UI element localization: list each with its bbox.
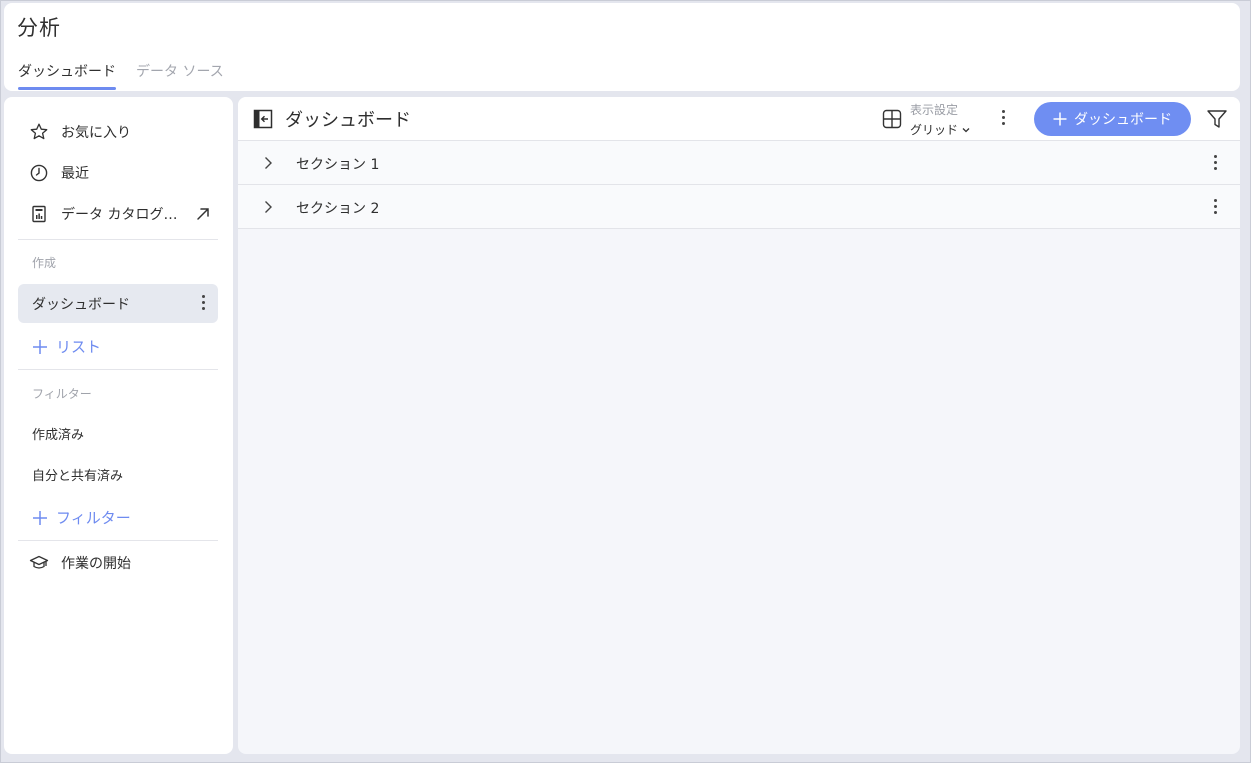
sidebar-item-data-catalog[interactable]: データ カタログ… bbox=[18, 196, 218, 232]
divider bbox=[18, 239, 218, 240]
chevron-down-icon bbox=[962, 127, 970, 132]
collapse-sidebar-icon[interactable] bbox=[253, 109, 273, 129]
add-list-label: リスト bbox=[56, 338, 102, 356]
view-settings-dropdown[interactable]: グリッド bbox=[910, 121, 971, 138]
sidebar-item-favorites[interactable]: お気に入り bbox=[18, 114, 218, 150]
add-filter-label: フィルター bbox=[56, 509, 131, 527]
sidebar-item-dashboards[interactable]: ダッシュボード bbox=[18, 284, 218, 323]
divider bbox=[18, 369, 218, 370]
add-list-button[interactable]: リスト bbox=[32, 336, 101, 357]
page-title: ダッシュボード bbox=[285, 110, 411, 131]
plus-icon bbox=[33, 510, 47, 525]
more-options-icon[interactable] bbox=[1212, 199, 1218, 214]
section-row[interactable]: セクション 2 bbox=[238, 185, 1240, 229]
main-panel: ダッシュボード 表示設定 グリッド ダッシュボード セクション 1 セクション … bbox=[238, 97, 1240, 754]
more-options-icon[interactable] bbox=[1212, 155, 1218, 170]
sidebar-item-label: 作業の開始 bbox=[61, 556, 131, 572]
sidebar-item-recent[interactable]: 最近 bbox=[18, 155, 218, 191]
more-options-icon[interactable] bbox=[1000, 110, 1006, 125]
create-section-label: 作成 bbox=[32, 256, 57, 270]
add-filter-button[interactable]: フィルター bbox=[32, 507, 131, 528]
divider bbox=[18, 540, 218, 541]
sidebar-item-label: お気に入り bbox=[61, 125, 131, 141]
sidebar-item-label: ダッシュボード bbox=[32, 296, 130, 313]
sidebar-item-label: 最近 bbox=[61, 166, 89, 182]
filter-created[interactable]: 作成済み bbox=[32, 424, 84, 443]
section-title: セクション 2 bbox=[296, 201, 380, 217]
chevron-right-icon[interactable] bbox=[260, 155, 276, 175]
tab-data-sources[interactable]: データ ソース bbox=[136, 61, 224, 91]
graduation-cap-icon bbox=[29, 553, 49, 573]
filter-section-label: フィルター bbox=[32, 387, 92, 401]
plus-icon bbox=[33, 339, 47, 354]
main-toolbar: ダッシュボード 表示設定 グリッド ダッシュボード bbox=[238, 97, 1240, 141]
plus-icon bbox=[1053, 112, 1067, 126]
app-header: 分析 ダッシュボード データ ソース bbox=[4, 3, 1240, 91]
add-dashboard-label: ダッシュボード bbox=[1074, 112, 1172, 128]
add-dashboard-button[interactable]: ダッシュボード bbox=[1034, 102, 1191, 136]
tab-bar: ダッシュボード データ ソース bbox=[18, 61, 224, 91]
view-settings-value: グリッド bbox=[910, 123, 959, 137]
sidebar: お気に入り 最近 データ カタログ… 作成 ダッシュボード リスト フィルター … bbox=[4, 97, 233, 754]
app-title: 分析 bbox=[17, 16, 61, 40]
more-options-icon[interactable] bbox=[200, 295, 206, 310]
filter-icon[interactable] bbox=[1206, 108, 1228, 130]
sidebar-item-getting-started[interactable]: 作業の開始 bbox=[18, 545, 218, 581]
external-link-icon bbox=[194, 205, 212, 223]
chevron-right-icon[interactable] bbox=[260, 199, 276, 219]
tab-dashboards[interactable]: ダッシュボード bbox=[18, 61, 116, 91]
filter-shared-with-me[interactable]: 自分と共有済み bbox=[32, 465, 123, 484]
sidebar-item-label: データ カタログ… bbox=[61, 207, 178, 223]
view-settings-label: 表示設定 bbox=[910, 103, 959, 117]
star-icon bbox=[29, 122, 49, 142]
catalog-icon bbox=[29, 204, 49, 224]
clock-icon bbox=[29, 163, 49, 183]
section-title: セクション 1 bbox=[296, 157, 380, 173]
grid-view-icon[interactable] bbox=[882, 109, 902, 129]
section-row[interactable]: セクション 1 bbox=[238, 141, 1240, 185]
